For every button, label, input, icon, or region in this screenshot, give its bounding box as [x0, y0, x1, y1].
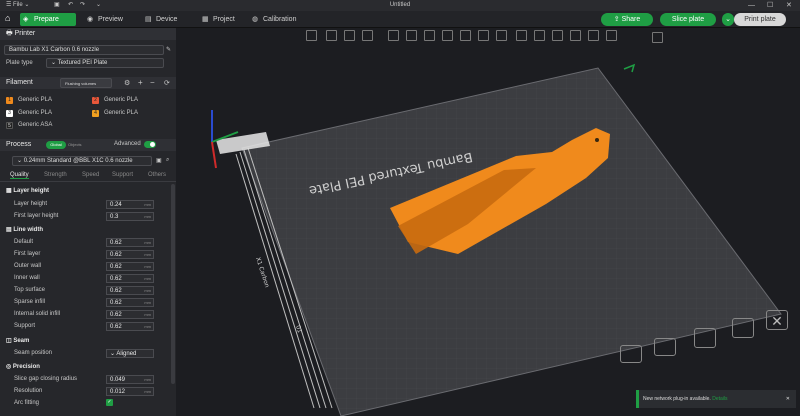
edit-printer-icon[interactable]: ✎ [166, 46, 171, 53]
layer-height-input[interactable]: 0.24 mm [106, 200, 154, 209]
toast-close-icon[interactable]: ✕ [786, 390, 790, 408]
setting-label: Support [14, 323, 36, 329]
line-width-support-input[interactable]: 0.62 mm [106, 322, 154, 331]
plate-settings-icon[interactable] [732, 318, 754, 338]
plate-orientation-arrow [623, 63, 636, 73]
search-icon[interactable]: ⌕ [166, 157, 169, 164]
precision-group-title: ◎ Precision [6, 364, 40, 370]
filament-color-swatch[interactable]: 3 [6, 110, 13, 117]
plate-type-label: Plate type [6, 60, 33, 66]
window-title: Untitled [389, 2, 411, 8]
resolution-input[interactable]: 0.012 mm [106, 387, 154, 396]
tab-preview[interactable]: ◉ Preview [84, 13, 138, 26]
setting-label: Outer wall [14, 263, 42, 269]
tab-quality[interactable]: Quality [10, 172, 29, 179]
tab-strength[interactable]: Strength [44, 172, 67, 178]
close-button[interactable]: ✕ [786, 0, 792, 11]
setting-label: Default [14, 239, 34, 245]
maximize-button[interactable]: ☐ [767, 0, 773, 11]
calibration-icon: ◍ [252, 16, 259, 23]
filament-color-swatch[interactable]: 1 [6, 97, 13, 104]
printer-header: 🖶 Printer [0, 28, 176, 40]
print-plate-button[interactable]: Print plate [734, 13, 786, 26]
switch-knob [150, 142, 155, 147]
printer-select[interactable]: Bambu Lab X1 Carbon 0.6 nozzle [4, 45, 164, 55]
plate-arrange-icon[interactable] [694, 328, 716, 348]
device-icon: ▤ [145, 16, 152, 23]
preview-icon: ◉ [87, 16, 94, 23]
line-width-internal-solid-infill-input[interactable]: 0.62 mm [106, 310, 154, 319]
3d-viewport[interactable]: Bambu Textured PEI Plate X1 Carbon 01 ✕ [176, 28, 800, 416]
line-width-outer-wall-input[interactable]: 0.62 mm [106, 262, 154, 271]
setting-label: Slice gap closing radius [14, 376, 78, 382]
setting-label: Top surface [14, 287, 46, 293]
plate-printer-model-text: X1 Carbon [254, 256, 270, 288]
plate-lock-icon[interactable] [654, 338, 676, 356]
line-width-top-surface-input[interactable]: 0.62 mm [106, 286, 154, 295]
slice-gap-closing-radius-input[interactable]: 0.049 mm [106, 375, 154, 384]
line-width-first-layer-input[interactable]: 0.62 mm [106, 250, 154, 259]
seam-position-select[interactable]: ⌄ Aligned [106, 349, 154, 358]
sidebar: 🖶 Printer Bambu Lab X1 Carbon 0.6 nozzle… [0, 28, 176, 416]
top-toolbar: ⌂ ◈ Prepare ◉ Preview ▤ Device ▦ Project ◍ Ca… [0, 11, 800, 28]
tab-speed[interactable]: Speed [82, 172, 99, 178]
first-layer-height-input[interactable]: 0.3 mm [106, 212, 154, 221]
setting-label: First layer height [14, 213, 59, 219]
prepare-icon: ◈ [23, 16, 29, 23]
notification-toast: New network plug-in available. Details ✕ [636, 390, 796, 408]
setting-label: Layer height [14, 201, 48, 207]
add-filament-icon[interactable]: + [138, 78, 143, 87]
line-width-default-input[interactable]: 0.62 mm [106, 238, 154, 247]
advanced-switch[interactable] [144, 141, 156, 148]
tab-device[interactable]: ▤ Device [142, 13, 192, 26]
details-link[interactable]: Details [712, 396, 727, 402]
plate-scene: Bambu Textured PEI Plate X1 Carbon 01 [211, 63, 782, 416]
slice-options-dropdown[interactable]: ⌄ [722, 13, 734, 26]
tab-project[interactable]: ▦ Project [199, 13, 251, 26]
seam-group-title: ◫ Seam [6, 338, 30, 344]
plate-type-select[interactable]: ⌄ Textured PEI Plate [46, 58, 164, 68]
line-width-inner-wall-input[interactable]: 0.62 mm [106, 274, 154, 283]
line-width-group-title: ▤ Line width [6, 227, 44, 233]
share-button[interactable]: ⇪ Share [601, 13, 653, 26]
process-preset-select[interactable]: ⌄ 0.24mm Standard @BBL X1C 0.6 nozzle [12, 156, 152, 166]
project-icon: ▦ [202, 16, 209, 23]
plate-grid [242, 68, 781, 416]
setting-label: Inner wall [14, 275, 40, 281]
arc-fitting-checkbox[interactable]: ✓ [106, 399, 113, 406]
plate-close-icon[interactable]: ✕ [766, 310, 788, 330]
title-bar: ☰ File ⌄ ▣ ↶ ↷ ⌄ Untitled — ☐ ✕ [0, 0, 800, 11]
setting-label: Seam position [14, 350, 53, 356]
layer-height-group-title: ▦ Layer height [6, 188, 50, 194]
settings-scrollbar[interactable] [171, 184, 175, 384]
flushing-volumes-button[interactable]: Flushing volumes [60, 78, 112, 88]
tab-prepare[interactable]: ◈ Prepare [20, 13, 76, 26]
global-toggle[interactable]: Global [46, 141, 66, 149]
settings-icon[interactable]: ⚙ [124, 79, 130, 87]
process-tabs: Quality Strength Speed Support Others [0, 172, 176, 182]
filament-color-swatch[interactable]: 2 [92, 97, 99, 104]
sync-icon[interactable]: ⟳ [164, 79, 170, 87]
objects-toggle[interactable]: Objects [68, 142, 82, 147]
line-width-sparse-infill-input[interactable]: 0.62 mm [106, 298, 154, 307]
minimize-button[interactable]: — [748, 0, 755, 11]
model-hole [595, 138, 599, 142]
plate-view-icon[interactable] [620, 345, 642, 363]
setting-label: Arc fitting [14, 400, 40, 406]
save-preset-icon[interactable]: ▣ [156, 157, 162, 164]
setting-label: First layer [14, 251, 41, 257]
x-axis [211, 141, 217, 169]
tab-support[interactable]: Support [112, 172, 133, 178]
tab-others[interactable]: Others [148, 172, 166, 178]
tab-calibration[interactable]: ◍ Calibration [249, 13, 313, 26]
filament-color-swatch[interactable]: 5 [6, 122, 13, 129]
advanced-label: Advanced [114, 141, 141, 147]
setting-label: Internal solid infill [14, 311, 61, 317]
slice-plate-button[interactable]: Slice plate [660, 13, 716, 26]
filament-color-swatch[interactable]: 4 [92, 110, 99, 117]
remove-filament-icon[interactable]: − [150, 78, 155, 87]
setting-label: Resolution [14, 388, 43, 394]
setting-label: Sparse infill [14, 299, 46, 305]
home-icon[interactable]: ⌂ [5, 13, 10, 23]
